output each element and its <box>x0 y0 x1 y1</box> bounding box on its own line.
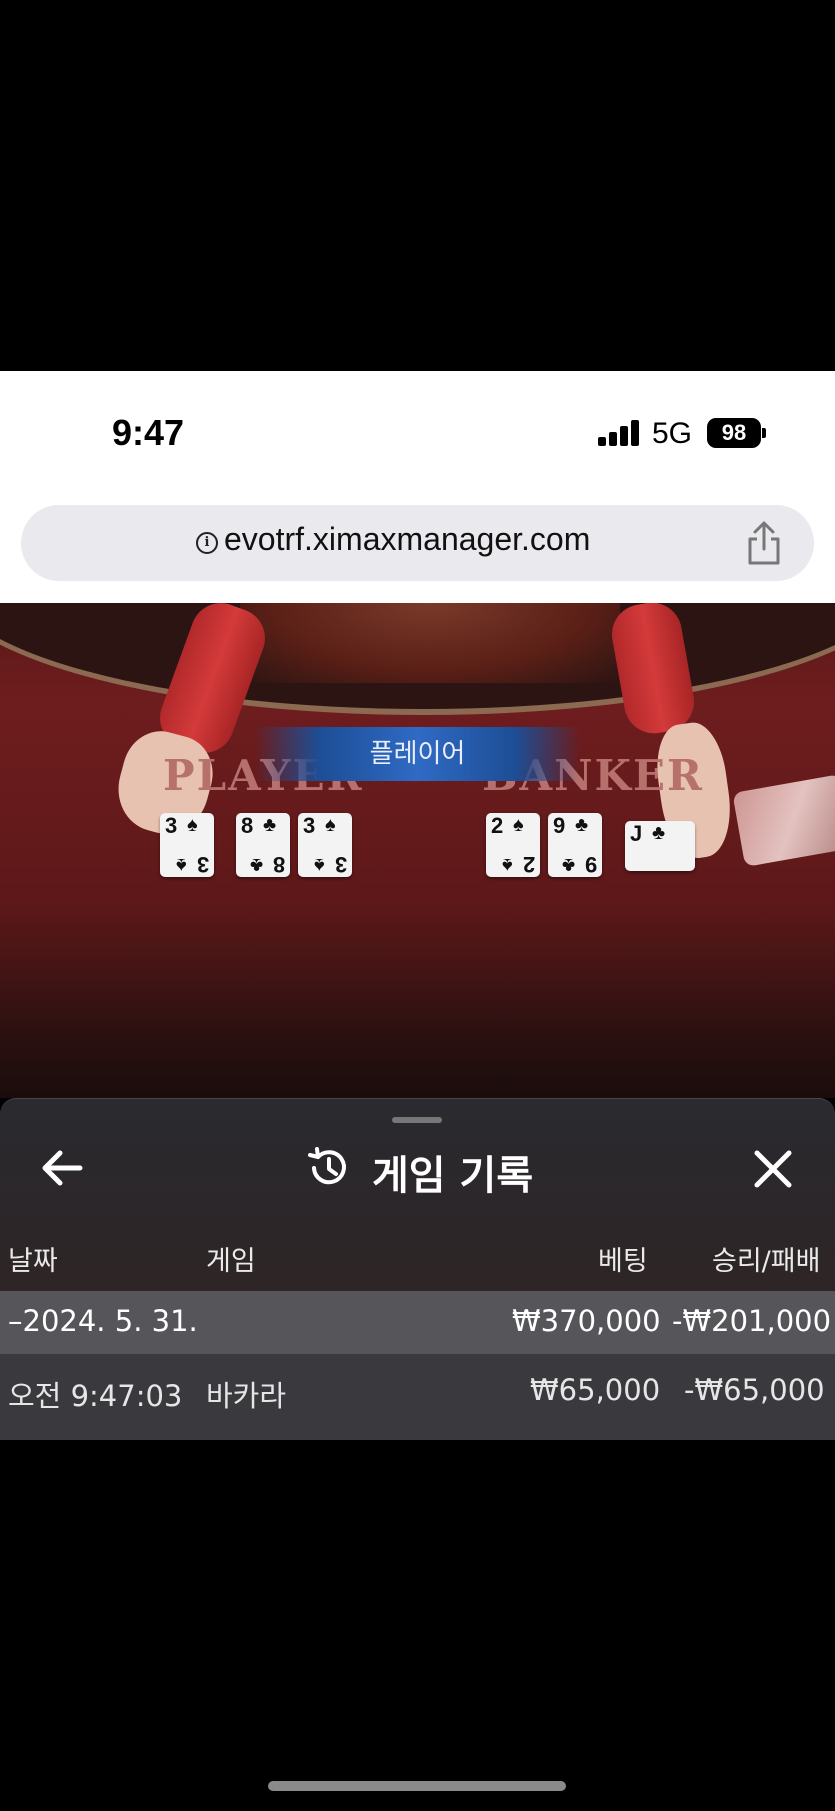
column-header-bet: 베팅 <box>598 1246 648 1277</box>
panel-grabber[interactable] <box>392 1117 442 1123</box>
share-icon[interactable] <box>744 519 784 567</box>
column-header-date: 날짜 <box>8 1246 58 1277</box>
banker-card-3: J ♣ <box>625 821 695 871</box>
bottom-letterbox <box>0 1440 835 1811</box>
panel-title: 게임 기록 <box>372 1153 534 1199</box>
summary-win-loss: -₩201,000 <box>672 1304 832 1338</box>
player-card-2: 8 ♣ 8 ♣ <box>236 813 290 877</box>
cellular-signal-icon <box>598 420 640 446</box>
history-icon <box>308 1147 346 1185</box>
battery-icon: 98 <box>707 418 761 448</box>
card-shoe <box>732 774 835 867</box>
player-card-3: 3 ♠ 3 ♠ <box>298 813 352 877</box>
player-card-1: 3 ♠ 3 ♠ <box>160 813 214 877</box>
row-bet: ₩65,000 <box>530 1373 661 1407</box>
battery-cap <box>762 428 766 438</box>
row-game: 바카라 <box>206 1379 287 1413</box>
top-letterbox <box>0 0 835 371</box>
live-video[interactable]: PLAYER BANKER 플레이어 3♠ 3♠ 8♣ 8♣ 3♠ 3♠ 2♠ … <box>0 603 835 1098</box>
summary-date: –2024. 5. 31. <box>8 1304 198 1338</box>
dealer <box>240 603 620 683</box>
row-time: 오전 9:47:03 <box>8 1379 183 1413</box>
column-header-win-loss: 승리/패배 <box>712 1246 821 1277</box>
close-icon[interactable] <box>752 1148 794 1190</box>
info-icon[interactable]: i <box>196 532 218 554</box>
arrow-left-icon[interactable] <box>40 1148 84 1188</box>
row-win-loss: -₩65,000 <box>684 1373 825 1407</box>
banker-card-1: 2 ♠ 2 ♠ <box>486 813 540 877</box>
home-indicator[interactable] <box>268 1781 566 1791</box>
column-header-game: 게임 <box>206 1246 256 1277</box>
network-type: 5G <box>652 417 693 450</box>
status-time: 9:47 <box>112 412 185 453</box>
winner-banner: 플레이어 <box>255 727 580 781</box>
banker-card-2: 9 ♣ 9 ♣ <box>548 813 602 877</box>
url-text[interactable]: evotrf.ximaxmanager.com <box>224 521 590 558</box>
summary-bet: ₩370,000 <box>512 1304 661 1338</box>
